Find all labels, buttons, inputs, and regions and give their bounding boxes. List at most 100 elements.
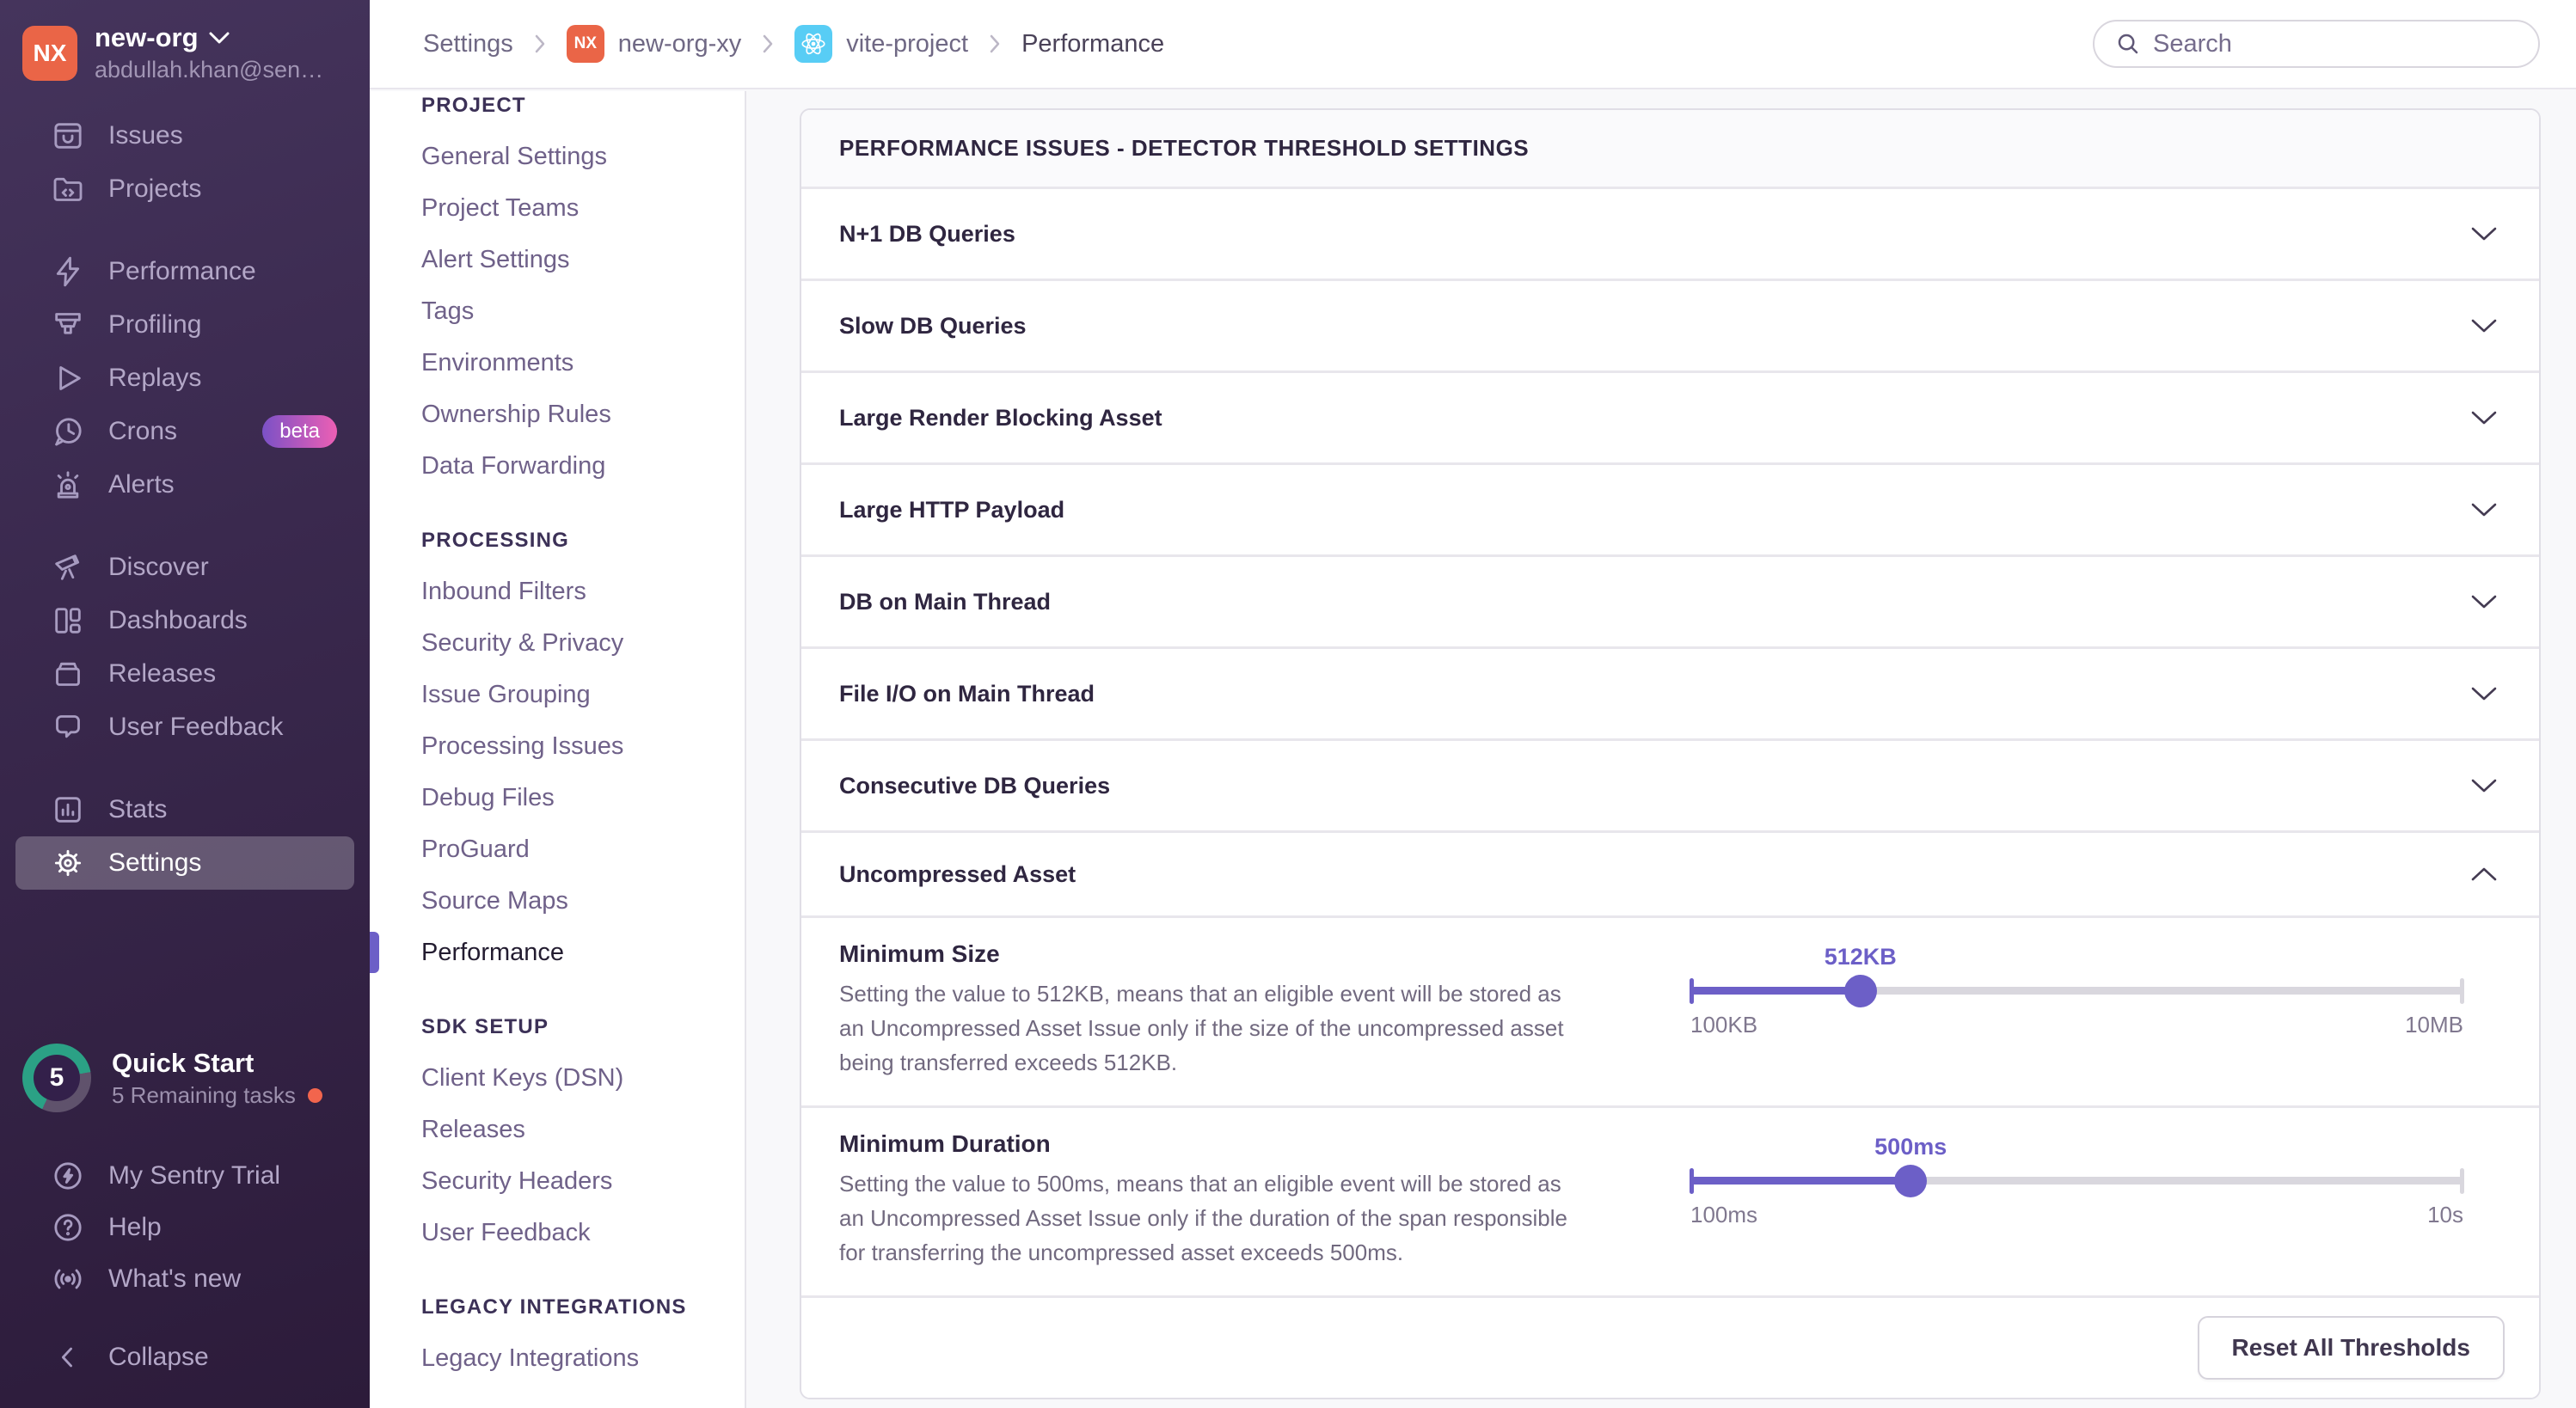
performance-icon	[50, 254, 86, 290]
detector-row-file-io-on-main-thread[interactable]: File I/O on Main Thread	[801, 649, 2539, 741]
minimum-duration-field: Minimum Duration Setting the value to 50…	[801, 1108, 2539, 1298]
sidebar-item-label: Crons	[108, 417, 177, 446]
subnav-item-performance[interactable]: Performance	[421, 927, 745, 978]
sidebar-item-stats[interactable]: Stats	[15, 783, 354, 836]
sidebar-item-projects[interactable]: Projects	[15, 162, 354, 216]
subnav-item-inbound-filters[interactable]: Inbound Filters	[421, 566, 745, 617]
subnav-item-ownership-rules[interactable]: Ownership Rules	[421, 389, 745, 440]
subnav-item-processing-issues[interactable]: Processing Issues	[421, 720, 745, 772]
active-indicator-bar	[370, 932, 379, 973]
sidebar-item-discover[interactable]: Discover	[15, 541, 354, 594]
breadcrumb: Settings NX new-org-xy vite-project Perf…	[423, 25, 1164, 63]
subnav-item-project-teams[interactable]: Project Teams	[421, 182, 745, 234]
panel-footer: Reset All Thresholds	[801, 1298, 2539, 1398]
search-icon	[2115, 31, 2141, 57]
chevron-down-icon	[2470, 686, 2498, 701]
detector-row-large-http-payload[interactable]: Large HTTP Payload	[801, 465, 2539, 557]
panel-header: PERFORMANCE ISSUES - DETECTOR THRESHOLD …	[801, 110, 2539, 189]
quick-start-count: 5	[22, 1044, 91, 1112]
slider-fill	[1690, 1177, 1911, 1185]
app-sidebar: NX new-org abdullah.khan@sen… Issues Pro…	[0, 0, 370, 1408]
org-switcher[interactable]: NX new-org abdullah.khan@sen…	[0, 0, 370, 92]
detector-row-consecutive-db-queries[interactable]: Consecutive DB Queries	[801, 741, 2539, 833]
sidebar-item-user-feedback[interactable]: User Feedback	[15, 701, 354, 754]
sidebar-item-label: Stats	[108, 795, 167, 824]
slider-track[interactable]	[1690, 1177, 2463, 1185]
minimum-duration-slider[interactable]: 500ms 100ms 10s	[1690, 1134, 2463, 1228]
detector-row-db-on-main-thread[interactable]: DB on Main Thread	[801, 557, 2539, 649]
subnav-item-general-settings[interactable]: General Settings	[421, 131, 745, 182]
field-title: Minimum Duration	[839, 1130, 1570, 1158]
subnav-item-environments[interactable]: Environments	[421, 337, 745, 389]
sidebar-item-label: Settings	[108, 848, 201, 878]
subnav-item-debug-files[interactable]: Debug Files	[421, 772, 745, 823]
sidebar-item-issues[interactable]: Issues	[15, 109, 354, 162]
sidebar-item-whats-new[interactable]: What's new	[15, 1253, 354, 1305]
subnav-item-source-maps[interactable]: Source Maps	[421, 875, 745, 927]
trial-bolt-icon	[50, 1158, 86, 1194]
sidebar-collapse-button[interactable]: Collapse	[15, 1331, 354, 1384]
sidebar-item-help[interactable]: Help	[15, 1202, 354, 1253]
chevron-down-icon	[209, 32, 230, 44]
subnav-item-client-keys[interactable]: Client Keys (DSN)	[421, 1052, 745, 1104]
alerts-icon	[50, 467, 86, 503]
top-header-bar: Settings NX new-org-xy vite-project Perf…	[370, 0, 2576, 89]
subnav-item-proguard[interactable]: ProGuard	[421, 823, 745, 875]
breadcrumb-project[interactable]: vite-project	[794, 25, 968, 63]
detector-row-slow-db-queries[interactable]: Slow DB Queries	[801, 281, 2539, 373]
sidebar-item-crons[interactable]: Crons beta	[15, 405, 354, 458]
slider-track[interactable]	[1690, 987, 2463, 995]
subnav-item-legacy-integrations[interactable]: Legacy Integrations	[421, 1332, 745, 1384]
field-title: Minimum Size	[839, 940, 1570, 968]
search-input[interactable]	[2153, 30, 2518, 58]
global-search[interactable]	[2093, 20, 2540, 68]
sidebar-item-performance[interactable]: Performance	[15, 245, 354, 298]
chevron-right-icon	[532, 33, 548, 55]
detector-row-n-plus-one-db-queries[interactable]: N+1 DB Queries	[801, 189, 2539, 281]
slider-thumb[interactable]	[1844, 975, 1877, 1007]
sidebar-item-label: Performance	[108, 257, 256, 286]
slider-fill	[1690, 987, 1861, 995]
subnav-item-data-forwarding[interactable]: Data Forwarding	[421, 440, 745, 492]
quick-start-widget[interactable]: 5 Quick Start 5 Remaining tasks	[0, 1044, 370, 1112]
subnav-item-releases[interactable]: Releases	[421, 1104, 745, 1155]
sidebar-item-releases[interactable]: Releases	[15, 647, 354, 701]
detector-row-large-render-blocking-asset[interactable]: Large Render Blocking Asset	[801, 373, 2539, 465]
breadcrumb-settings[interactable]: Settings	[423, 30, 513, 58]
sidebar-item-profiling[interactable]: Profiling	[15, 298, 354, 352]
sidebar-item-my-sentry-trial[interactable]: My Sentry Trial	[15, 1150, 354, 1202]
sidebar-item-replays[interactable]: Replays	[15, 352, 354, 405]
subnav-item-security-headers[interactable]: Security Headers	[421, 1155, 745, 1207]
sidebar-item-dashboards[interactable]: Dashboards	[15, 594, 354, 647]
sidebar-item-alerts[interactable]: Alerts	[15, 458, 354, 511]
sidebar-item-label: Replays	[108, 364, 201, 393]
field-description: Setting the value to 500ms, means that a…	[839, 1166, 1570, 1270]
quick-start-title: Quick Start	[112, 1048, 322, 1079]
subnav-item-alert-settings[interactable]: Alert Settings	[421, 234, 745, 285]
threshold-settings-panel: PERFORMANCE ISSUES - DETECTOR THRESHOLD …	[800, 108, 2541, 1399]
dashboards-icon	[50, 603, 86, 639]
reset-all-thresholds-button[interactable]: Reset All Thresholds	[2198, 1316, 2505, 1380]
discover-icon	[50, 549, 86, 585]
subnav-item-tags[interactable]: Tags	[421, 285, 745, 337]
chevron-left-icon	[50, 1339, 86, 1375]
breadcrumb-performance: Performance	[1021, 30, 1164, 58]
subnav-item-user-feedback[interactable]: User Feedback	[421, 1207, 745, 1258]
breadcrumb-org[interactable]: NX new-org-xy	[567, 25, 741, 63]
projects-icon	[50, 171, 86, 207]
sidebar-item-settings[interactable]: Settings	[15, 836, 354, 890]
field-description: Setting the value to 512KB, means that a…	[839, 976, 1570, 1080]
subnav-section-heading: SDK SETUP	[421, 1002, 745, 1052]
replays-icon	[50, 360, 86, 396]
chevron-down-icon	[2470, 226, 2498, 242]
detector-row-uncompressed-asset[interactable]: Uncompressed Asset	[801, 833, 2539, 918]
chevron-down-icon	[2470, 318, 2498, 334]
subnav-item-security-privacy[interactable]: Security & Privacy	[421, 617, 745, 669]
slider-thumb[interactable]	[1894, 1165, 1927, 1197]
slider-min-tick	[1690, 978, 1694, 1004]
sidebar-item-label: Profiling	[108, 310, 201, 340]
slider-min-label: 100KB	[1690, 1012, 1757, 1038]
minimum-size-slider[interactable]: 512KB 100KB 10MB	[1690, 944, 2463, 1038]
subnav-item-issue-grouping[interactable]: Issue Grouping	[421, 669, 745, 720]
chevron-down-icon	[2470, 778, 2498, 793]
